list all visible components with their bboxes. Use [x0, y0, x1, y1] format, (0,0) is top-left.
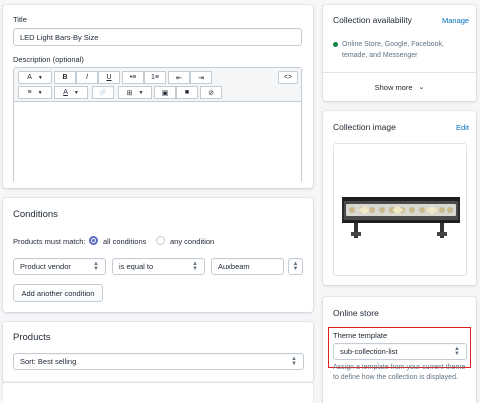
- clear-format-button[interactable]: ⊘: [200, 86, 222, 99]
- italic-label: I: [86, 74, 88, 81]
- channel-status-dot: [333, 42, 338, 47]
- chevron-down-icon: ▼: [37, 89, 43, 96]
- bullet-list-icon: •≡: [129, 74, 137, 81]
- chevron-down-icon: ▼: [138, 89, 144, 96]
- add-condition-button[interactable]: Add another condition: [13, 284, 103, 302]
- select-arrows-icon: ▲ ▼: [454, 345, 460, 357]
- clear-format-icon: ⊘: [208, 89, 214, 97]
- theme-template-select[interactable]: sub-collection-list ▲ ▼: [333, 343, 467, 360]
- products-heading: Products: [13, 332, 51, 343]
- manage-link[interactable]: Manage: [442, 16, 469, 25]
- collection-image[interactable]: [333, 143, 467, 276]
- theme-template-value: sub-collection-list: [340, 347, 398, 356]
- condition-operator-value: is equal to: [119, 262, 154, 271]
- conditions-card: Conditions Products must match: all cond…: [3, 198, 313, 312]
- table-icon: ⊞: [126, 89, 133, 97]
- select-arrows-icon: ▲ ▼: [93, 260, 99, 272]
- font-color-label: A: [27, 74, 32, 81]
- list-divider: [3, 382, 313, 383]
- products-card: Products Sort: Best selling ▲ ▼: [3, 322, 313, 382]
- condition-field-value: Product vendor: [20, 262, 71, 271]
- select-arrows-icon: ▲ ▼: [192, 260, 198, 272]
- condition-value-select[interactable]: ▲ ▼: [288, 258, 303, 275]
- insert-image-button[interactable]: ▣: [154, 86, 176, 99]
- align-dropdown[interactable]: ≡ ▼: [18, 86, 52, 99]
- underline-button[interactable]: U: [98, 71, 120, 84]
- italic-button[interactable]: I: [76, 71, 98, 84]
- bold-label: B: [62, 74, 68, 81]
- all-conditions-label[interactable]: all conditions: [103, 237, 146, 246]
- image-icon: ▣: [161, 89, 169, 97]
- collection-image-heading: Collection image: [333, 122, 396, 132]
- insert-video-button[interactable]: ■: [176, 86, 198, 99]
- title-label: Title: [13, 15, 27, 24]
- description-textarea[interactable]: [14, 102, 301, 183]
- numbered-list-icon: 1≡: [151, 74, 159, 81]
- code-icon: <>: [283, 74, 293, 81]
- title-input[interactable]: LED Light Bars-By Size: [13, 28, 302, 46]
- link-icon: 🔗: [99, 90, 107, 96]
- edit-image-link[interactable]: Edit: [456, 123, 469, 132]
- bold-button[interactable]: B: [54, 71, 76, 84]
- online-store-card: Online store Theme template sub-collecti…: [323, 297, 476, 403]
- video-icon: ■: [184, 89, 190, 96]
- availability-heading: Collection availability: [333, 15, 412, 25]
- sort-value: Sort: Best selling: [20, 357, 77, 366]
- font-color-dropdown[interactable]: A ▼: [18, 71, 52, 84]
- any-condition-label[interactable]: any condition: [170, 237, 214, 246]
- numbered-list-button[interactable]: 1≡: [144, 71, 166, 84]
- match-label: Products must match:: [13, 237, 86, 246]
- outdent-icon: ⇤: [176, 74, 182, 82]
- chevron-down-icon: ▼: [37, 74, 43, 81]
- condition-operator-select[interactable]: is equal to ▲ ▼: [112, 258, 205, 275]
- any-condition-radio[interactable]: [156, 236, 165, 245]
- online-store-heading: Online store: [333, 308, 379, 318]
- channels-text: Online Store, Google, Facebook, temade, …: [342, 41, 444, 59]
- text-color-dropdown[interactable]: A ▼: [54, 86, 88, 99]
- text-color-icon: A: [63, 89, 68, 96]
- bullet-list-button[interactable]: •≡: [122, 71, 144, 84]
- table-dropdown[interactable]: ⊞ ▼: [118, 86, 152, 99]
- align-icon: ≡: [27, 89, 32, 96]
- select-arrows-icon: ▲ ▼: [291, 355, 297, 367]
- editor-toolbar: A ▼ B I U •≡ 1≡ ⇤ ⇥ <> ≡ ▼ A ▼ 🔗 ⊞ ▼ ▣ ■ ⊘: [14, 68, 301, 102]
- show-more-label: Show more: [374, 82, 413, 92]
- select-arrows-icon: ▲ ▼: [292, 260, 299, 272]
- link-button[interactable]: 🔗: [92, 86, 114, 99]
- theme-template-help: Assign a template from your current them…: [333, 364, 466, 381]
- all-conditions-radio[interactable]: [89, 236, 98, 245]
- availability-card: Collection availability Manage Online St…: [323, 5, 476, 101]
- chevron-down-icon: ⌄: [418, 84, 425, 91]
- outdent-button[interactable]: ⇤: [168, 71, 190, 84]
- condition-field-select[interactable]: Product vendor ▲ ▼: [13, 258, 106, 275]
- led-light-bar-image: [342, 197, 460, 238]
- underline-label: U: [106, 74, 112, 81]
- collection-image-card: Collection image Edit: [323, 111, 476, 285]
- description-label: Description (optional): [13, 55, 84, 64]
- sort-select[interactable]: Sort: Best selling ▲ ▼: [13, 353, 304, 370]
- indent-button[interactable]: ⇥: [190, 71, 212, 84]
- description-editor: A ▼ B I U •≡ 1≡ ⇤ ⇥ <> ≡ ▼ A ▼ 🔗 ⊞ ▼ ▣ ■ ⊘: [13, 67, 302, 183]
- condition-value-input[interactable]: Auxbeam: [211, 258, 284, 275]
- products-list-card: [3, 382, 313, 403]
- indent-icon: ⇥: [198, 74, 204, 82]
- chevron-down-icon: ▼: [73, 89, 79, 96]
- html-toggle-button[interactable]: <>: [278, 71, 298, 84]
- details-card: Title LED Light Bars-By Size Description…: [3, 5, 313, 188]
- theme-template-label: Theme template: [333, 331, 388, 340]
- show-more-button[interactable]: Show more ⌄: [323, 73, 476, 101]
- conditions-heading: Conditions: [13, 209, 58, 220]
